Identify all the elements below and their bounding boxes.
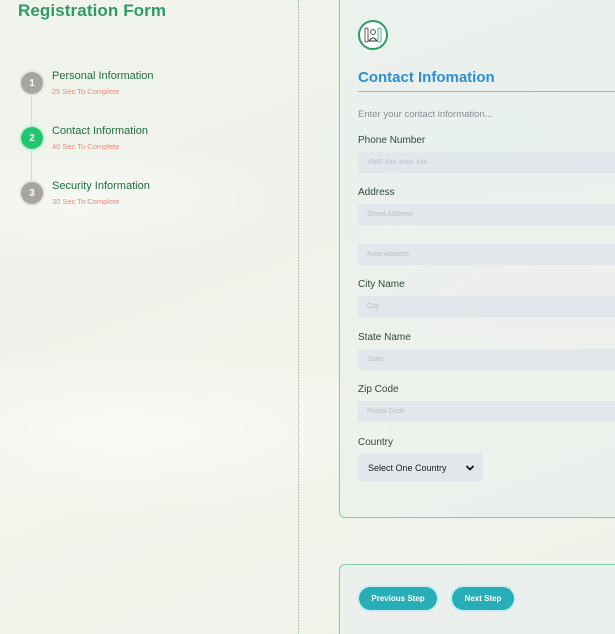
country-selected-value: Select One Country bbox=[368, 462, 447, 473]
address-label: Address bbox=[358, 187, 395, 198]
section-title: Contact Infomation bbox=[358, 69, 495, 86]
step-label: Contact Information bbox=[52, 125, 148, 137]
city-label: City Name bbox=[358, 279, 405, 290]
section-divider bbox=[358, 91, 615, 92]
contact-avatar-icon bbox=[358, 20, 388, 50]
form-title: Registration Form bbox=[18, 1, 167, 20]
phone-label: Phone Number bbox=[358, 135, 426, 146]
zip-input[interactable] bbox=[358, 401, 615, 422]
steps-panel: Registration Form 1 Personal Information… bbox=[0, 0, 299, 634]
area-address-input[interactable] bbox=[358, 244, 615, 265]
step-time: 40 Sec To Complete bbox=[52, 142, 120, 151]
state-label: State Name bbox=[358, 332, 411, 343]
previous-step-button[interactable]: Previous Step bbox=[359, 587, 437, 610]
panel-divider bbox=[298, 0, 299, 634]
state-input[interactable] bbox=[358, 349, 615, 370]
next-step-button[interactable]: Next Step bbox=[452, 587, 514, 610]
step-time: 25 Sec To Complete bbox=[52, 87, 120, 96]
form-intro: Enter your contact information... bbox=[358, 109, 493, 120]
step-label: Personal Information bbox=[52, 70, 154, 82]
city-input[interactable] bbox=[358, 296, 615, 317]
country-label: Country bbox=[358, 437, 394, 448]
street-address-input[interactable] bbox=[358, 204, 615, 225]
step-number: 3 bbox=[21, 182, 43, 204]
step-number: 1 bbox=[21, 72, 43, 94]
zip-label: Zip Code bbox=[358, 384, 399, 395]
phone-input[interactable] bbox=[358, 152, 615, 173]
step-label: Security Information bbox=[52, 180, 150, 192]
step-time: 30 Sec To Complete bbox=[52, 197, 120, 206]
country-select[interactable]: Select One Country bbox=[358, 454, 483, 481]
step-number: 2 bbox=[21, 127, 43, 149]
chevron-down-icon bbox=[465, 459, 475, 477]
